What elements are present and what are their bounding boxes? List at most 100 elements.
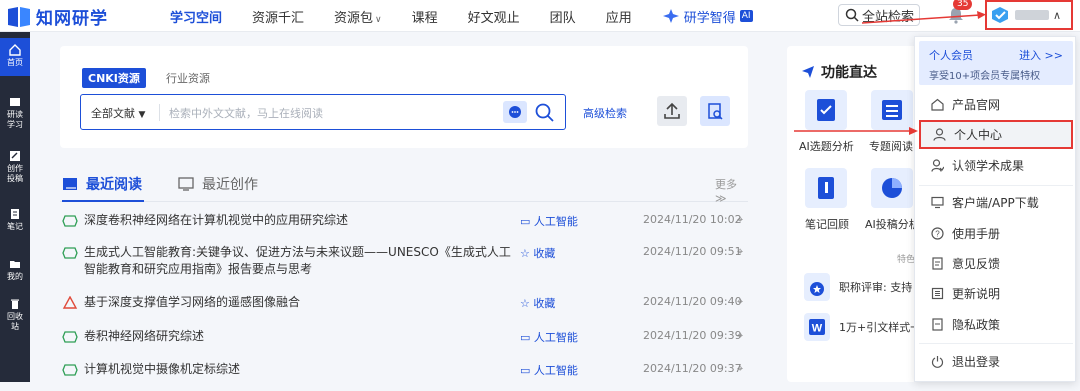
user-dropdown-menu: 个人会员 进入 >> 享受10+项会员专属特权 产品官网 个人中心 认领学术成果… (914, 36, 1076, 382)
table-row[interactable]: 生成式人工智能教育:关键争议、促进方法与未来议题——UNESCO《生成式人工智能… (60, 244, 748, 284)
menu-item-claim-achievements[interactable]: 认领学术成果 (919, 152, 1073, 178)
privacy-icon (932, 317, 943, 331)
note-review-label[interactable]: 笔记回顾 (805, 216, 849, 232)
search-input[interactable]: 检索中外文文献，马上在线阅读 (169, 105, 323, 121)
note-review-icon[interactable] (805, 168, 847, 208)
pin-icon[interactable]: ⌖ (737, 213, 743, 227)
menu-item-personal-center[interactable]: 个人中心 (919, 120, 1073, 149)
user-icon (933, 128, 946, 141)
menu-item-label: 认领学术成果 (952, 158, 1025, 173)
ai-sparkle-icon (662, 9, 679, 23)
home-icon (931, 98, 944, 111)
menu-item-logout[interactable]: 退出登录 (919, 348, 1073, 374)
search-submit-icon[interactable] (533, 101, 555, 123)
search-box: 全部文献 ▼ 检索中外文文献，马上在线阅读 (80, 94, 566, 130)
nav-articles[interactable]: 好文观止 (468, 7, 520, 26)
ai-topic-analysis-label[interactable]: AI选题分析 (799, 138, 854, 154)
sidebar: 首页 研读 学习 创作 投稿 笔记 我的 回收 站 (0, 32, 30, 382)
row-time: 2024/11/20 09:39 (643, 329, 742, 342)
sidebar-item-trash[interactable]: 回收 站 (0, 298, 30, 332)
table-row[interactable]: 基于深度支撑值学习网络的遥感图像融合 ☆ 收藏 2024/11/20 09:40… (60, 294, 748, 324)
feature-citation-styles-label: 1万+引文样式一 (839, 321, 922, 334)
pin-icon[interactable]: ⌖ (737, 245, 743, 259)
ai-submission-analysis-icon[interactable] (871, 168, 913, 208)
folder-icon: ▭ (520, 215, 531, 228)
home-icon (9, 44, 21, 56)
row-tag[interactable]: ▭ 人工智能 (520, 362, 578, 378)
nav-courses[interactable]: 课程 (412, 7, 438, 26)
chevron-down-icon: ∨ (375, 14, 382, 25)
tab-cnki-resources[interactable]: CNKI资源 (82, 68, 146, 88)
nav-learning-space[interactable]: 学习空间 (170, 7, 222, 26)
medal-icon (804, 273, 830, 301)
row-title[interactable]: 生成式人工智能教育:关键争议、促进方法与未来议题——UNESCO《生成式人工智能… (84, 244, 514, 278)
nav-resources[interactable]: 资源千汇 (252, 7, 304, 26)
menu-item-label: 更新说明 (952, 286, 1001, 301)
menu-item-label: 客户端/APP下载 (952, 195, 1039, 210)
row-tag[interactable]: ☆ 收藏 (520, 295, 555, 311)
pin-icon[interactable]: ⌖ (737, 362, 743, 376)
pin-icon[interactable]: ⌖ (737, 329, 743, 343)
sidebar-item-mine[interactable]: 我的 (0, 258, 30, 282)
table-row[interactable]: 深度卷积神经网络在计算机视觉中的应用研究综述 ▭ 人工智能 2024/11/20… (60, 212, 748, 242)
main-nav: 学习空间 资源千汇 资源包 ∨ 课程 好文观止 团队 应用 研学智得 AI (170, 0, 783, 32)
list-icon (882, 100, 902, 120)
pin-icon[interactable]: ⌖ (737, 295, 743, 309)
ai-chat-button[interactable] (503, 101, 527, 123)
table-row[interactable]: 计算机视觉中摄像机定标综述 ▭ 人工智能 2024/11/20 09:37 ⌖ (60, 361, 748, 391)
tab-industry-resources[interactable]: 行业资源 (166, 70, 210, 86)
search-scope-select[interactable]: 全部文献 ▼ (91, 105, 145, 121)
folder-icon: ▭ (520, 331, 531, 344)
kms-doc-icon (62, 364, 78, 376)
member-banner[interactable]: 个人会员 进入 >> 享受10+项会员专属特权 (919, 41, 1073, 85)
feature-title-evaluation[interactable]: 职称评审: 支持 (803, 272, 912, 302)
logo[interactable]: 知网研学 (6, 4, 108, 29)
sidebar-item-notes[interactable]: 笔记 (0, 208, 30, 232)
user-menu-button[interactable]: ∧ (985, 0, 1073, 30)
ai-topic-analysis-icon[interactable] (805, 90, 847, 130)
notification-badge: 35 (953, 0, 973, 10)
nav-apps[interactable]: 应用 (606, 7, 632, 26)
nav-teams[interactable]: 团队 (550, 7, 576, 26)
menu-divider (919, 185, 1073, 186)
ai-submission-analysis-label[interactable]: AI投稿分析 (865, 216, 920, 232)
menu-item-feedback[interactable]: 意见反馈 (919, 250, 1073, 276)
row-title[interactable]: 计算机视觉中摄像机定标综述 (84, 361, 484, 378)
nav-ai[interactable]: 研学智得 AI (662, 7, 753, 26)
row-title[interactable]: 深度卷积神经网络在计算机视觉中的应用研究综述 (84, 212, 484, 229)
edit-icon (10, 151, 20, 161)
sidebar-item-create[interactable]: 创作 投稿 (0, 150, 30, 184)
tab-recent-creation[interactable]: 最近创作 (178, 174, 258, 194)
more-link[interactable]: 更多≫ (715, 176, 748, 205)
upload-button[interactable] (657, 96, 687, 126)
row-tag[interactable]: ☆ 收藏 (520, 245, 555, 261)
advanced-search-link[interactable]: 高级检索 (583, 105, 627, 121)
send-icon (802, 66, 814, 78)
image-search-button[interactable] (700, 96, 730, 126)
sidebar-item-home[interactable]: 首页 (0, 38, 30, 76)
menu-item-product-site[interactable]: 产品官网 (919, 91, 1073, 117)
menu-item-app-download[interactable]: 客户端/APP下载 (919, 189, 1073, 215)
caret-down-icon: ▼ (138, 110, 146, 120)
topic-reading-label[interactable]: 专题阅读 (869, 138, 913, 154)
row-time: 2024/11/20 09:37 (643, 362, 742, 375)
table-row[interactable]: 卷积神经网络研究综述 ▭ 人工智能 2024/11/20 09:39 ⌖ (60, 328, 748, 358)
menu-item-release-notes[interactable]: 更新说明 (919, 280, 1073, 306)
menu-item-manual[interactable]: ? 使用手册 (919, 220, 1073, 246)
help-icon: ? (931, 226, 944, 240)
menu-item-privacy[interactable]: 隐私政策 (919, 311, 1073, 337)
topic-reading-icon[interactable] (871, 90, 913, 130)
row-title[interactable]: 基于深度支撑值学习网络的遥感图像融合 (84, 294, 484, 311)
feature-citation-styles[interactable]: W 1万+引文样式一 (803, 312, 921, 342)
sidebar-item-study[interactable]: 研读 学习 (0, 96, 30, 130)
tab-recent-reading[interactable]: 最近阅读 (62, 174, 142, 194)
row-title[interactable]: 卷积神经网络研究综述 (84, 328, 484, 345)
image-search-icon (708, 103, 723, 120)
nav-resource-pack[interactable]: 资源包 ∨ (334, 7, 382, 26)
row-tag[interactable]: ▭ 人工智能 (520, 329, 578, 345)
trash-icon (11, 299, 19, 309)
row-tag[interactable]: ▭ 人工智能 (520, 213, 578, 229)
book-icon (10, 98, 20, 106)
chevron-up-icon: ∧ (1053, 8, 1062, 22)
member-enter-link[interactable]: 进入 >> (1019, 47, 1063, 63)
